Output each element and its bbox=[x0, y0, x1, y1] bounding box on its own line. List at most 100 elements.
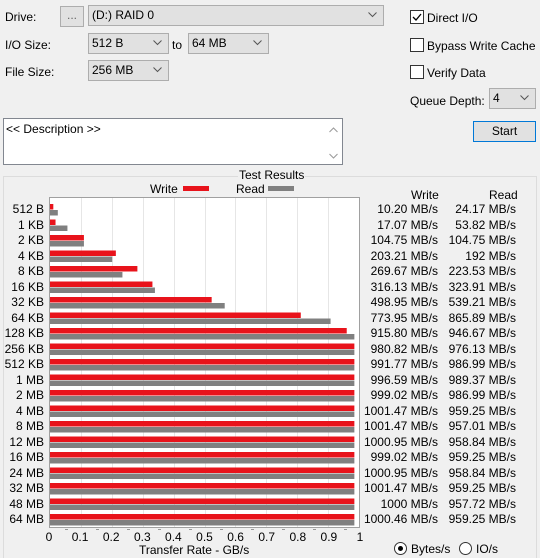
read-rate-value: 986.99 MB/s bbox=[448, 357, 516, 371]
row-label: 1 MB bbox=[15, 372, 44, 387]
read-bar bbox=[50, 442, 355, 448]
row-label: 2 KB bbox=[17, 233, 44, 247]
write-bar bbox=[50, 359, 355, 365]
read-rate-value: 976.13 MB/s bbox=[448, 341, 516, 356]
write-bar bbox=[50, 421, 355, 427]
read-bar bbox=[50, 458, 355, 464]
to-label: to bbox=[172, 38, 183, 52]
write-rate-value: 1001.47 MB/s bbox=[363, 403, 438, 418]
io-size-from-select[interactable]: 512 B bbox=[88, 33, 169, 54]
x-tick-label: 0.1 bbox=[71, 530, 89, 544]
read-bar bbox=[50, 380, 355, 386]
write-rate-value: 498.95 MB/s bbox=[370, 295, 438, 309]
write-bar bbox=[50, 235, 84, 241]
x-tick-label: 0.5 bbox=[196, 530, 213, 544]
read-rate-value: 986.99 MB/s bbox=[448, 388, 516, 402]
legend-write-label: Write bbox=[150, 182, 178, 196]
chevron-down-icon bbox=[368, 6, 377, 18]
write-rate-value: 316.13 MB/s bbox=[370, 279, 438, 294]
read-bar bbox=[50, 427, 355, 433]
write-rate-value: 10.20 MB/s bbox=[377, 202, 438, 216]
write-rate-value: 1000.95 MB/s bbox=[363, 434, 438, 449]
io-size-to-select[interactable]: 64 MB bbox=[188, 33, 269, 54]
row-label: 1 KB bbox=[17, 217, 44, 232]
read-bar bbox=[50, 287, 155, 293]
write-bar bbox=[50, 498, 355, 504]
row-label: 16 MB bbox=[9, 450, 44, 464]
read-rate-value: 957.01 MB/s bbox=[448, 419, 516, 433]
write-bar bbox=[50, 297, 212, 303]
queue-depth-value: 4 bbox=[493, 91, 500, 105]
read-rate-value: 959.25 MB/s bbox=[448, 481, 516, 495]
write-bar bbox=[50, 281, 153, 287]
scroll-up-icon[interactable] bbox=[329, 127, 338, 133]
read-rate-value: 946.67 MB/s bbox=[448, 326, 516, 340]
write-bar bbox=[50, 514, 355, 520]
description-text: << Description >> bbox=[6, 122, 101, 136]
queue-depth-select[interactable]: 4 bbox=[489, 88, 536, 109]
read-rate-value: 959.25 MB/s bbox=[448, 450, 516, 464]
write-rate-value: 773.95 MB/s bbox=[370, 310, 438, 325]
read-bar bbox=[50, 504, 355, 510]
write-rate-value: 996.59 MB/s bbox=[370, 372, 438, 387]
browse-button[interactable]: ... bbox=[60, 6, 84, 27]
read-bar bbox=[50, 411, 355, 417]
write-column-header: Write bbox=[411, 188, 439, 202]
read-bar bbox=[50, 349, 355, 355]
row-label: 24 MB bbox=[9, 465, 44, 480]
read-bar bbox=[50, 396, 355, 402]
verify-data-label[interactable]: Verify Data bbox=[427, 66, 486, 80]
write-rate-value: 1000.46 MB/s bbox=[363, 512, 438, 526]
row-label: 32 MB bbox=[9, 481, 44, 495]
write-bar bbox=[50, 436, 355, 442]
x-tick-label: 0 bbox=[45, 530, 53, 544]
row-label: 512 KB bbox=[4, 357, 44, 371]
verify-data-checkbox[interactable] bbox=[410, 65, 424, 79]
write-rate-value: 991.77 MB/s bbox=[370, 357, 438, 371]
row-label: 8 MB bbox=[15, 419, 44, 433]
write-rate-value: 1000.95 MB/s bbox=[363, 465, 438, 480]
file-size-label: File Size: bbox=[5, 65, 55, 79]
read-rate-value: 959.25 MB/s bbox=[448, 403, 516, 418]
drive-value: (D:) RAID 0 bbox=[92, 8, 155, 22]
start-button[interactable]: Start bbox=[473, 121, 536, 142]
write-rate-value: 269.67 MB/s bbox=[370, 264, 438, 278]
io-size-label: I/O Size: bbox=[5, 38, 52, 52]
bypass-write-cache-checkbox[interactable] bbox=[410, 38, 424, 52]
io-per-sec-label[interactable]: IO/s bbox=[476, 542, 498, 556]
chevron-down-icon bbox=[253, 34, 262, 46]
row-label: 32 KB bbox=[11, 295, 44, 309]
scroll-down-icon[interactable] bbox=[329, 153, 338, 159]
x-tick-label: 0.3 bbox=[133, 530, 151, 544]
file-size-select[interactable]: 256 MB bbox=[88, 60, 169, 81]
description-scrollbar[interactable] bbox=[325, 119, 342, 164]
write-rate-value: 1000 MB/s bbox=[380, 496, 438, 511]
x-tick-label: 0.8 bbox=[289, 530, 307, 544]
bytes-per-sec-label[interactable]: Bytes/s bbox=[411, 542, 450, 556]
read-bar bbox=[50, 334, 355, 340]
read-rate-value: 223.53 MB/s bbox=[448, 264, 516, 278]
direct-io-checkbox[interactable] bbox=[410, 10, 424, 24]
drive-label: Drive: bbox=[5, 10, 37, 24]
write-rate-value: 999.02 MB/s bbox=[370, 450, 438, 464]
description-textarea[interactable]: << Description >> bbox=[3, 118, 343, 165]
row-label: 48 MB bbox=[9, 496, 44, 511]
write-bar bbox=[50, 312, 301, 318]
read-rate-value: 323.91 MB/s bbox=[448, 279, 516, 294]
x-tick-label: 0.2 bbox=[102, 530, 120, 544]
read-bar bbox=[50, 365, 355, 371]
bypass-write-cache-label[interactable]: Bypass Write Cache bbox=[427, 39, 536, 53]
direct-io-label[interactable]: Direct I/O bbox=[427, 11, 478, 25]
bytes-per-sec-radio[interactable] bbox=[394, 542, 407, 555]
test-results-title: Test Results bbox=[238, 168, 306, 182]
read-bar bbox=[50, 241, 84, 247]
row-label: 8 KB bbox=[17, 264, 44, 278]
write-rate-value: 17.07 MB/s bbox=[377, 217, 438, 232]
file-size-value: 256 MB bbox=[92, 63, 134, 77]
write-bar bbox=[50, 390, 355, 396]
write-bar bbox=[50, 250, 116, 256]
drive-select[interactable]: (D:) RAID 0 bbox=[88, 5, 384, 26]
chevron-down-icon bbox=[520, 89, 529, 101]
io-per-sec-radio[interactable] bbox=[459, 542, 472, 555]
write-bar bbox=[50, 452, 355, 458]
